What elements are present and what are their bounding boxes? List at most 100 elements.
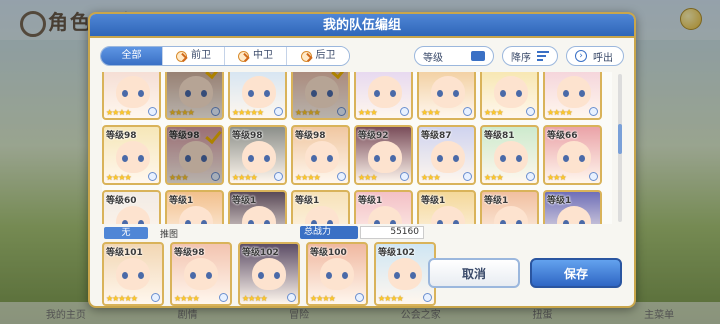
portrait-eyes (248, 220, 270, 224)
portrait-eyes (258, 272, 280, 279)
roster-card[interactable]: ★★★★ (291, 72, 350, 120)
portrait-eyes (374, 90, 396, 97)
order-desc-button[interactable]: 降序 (502, 46, 558, 66)
team-member-card[interactable]: 等级100 ★★★★ (306, 242, 368, 306)
roster-card[interactable]: ★★★★★ (228, 72, 287, 120)
roster-card[interactable]: ★★★★ (543, 72, 602, 120)
portrait-eyes (374, 155, 396, 162)
role-icon (400, 172, 409, 181)
role-icon (211, 107, 220, 116)
team-member-card[interactable]: 等级102 ★★★★ (238, 242, 300, 306)
portrait-eyes (563, 220, 585, 224)
roster-card[interactable]: ★★★★ (165, 72, 224, 120)
role-icon (355, 293, 364, 302)
card-stars: ★★★ (169, 173, 188, 182)
roster-card[interactable]: 等级98 ★★★★ (291, 125, 350, 185)
tab-middle[interactable]: 中卫 (225, 47, 287, 65)
roster-card[interactable]: 等级87 ★★★ (417, 125, 476, 185)
modal-title: 我的队伍编组 (90, 14, 634, 38)
card-level: 等级60 (106, 196, 137, 206)
role-icon (211, 172, 220, 181)
front-role-icon (176, 50, 187, 62)
roster-card[interactable]: ★★★ (417, 72, 476, 120)
role-icon (148, 172, 157, 181)
portrait-eyes (248, 155, 270, 162)
role-icon (337, 107, 346, 116)
sort-level-button[interactable]: 等级 (414, 46, 494, 66)
card-level: 等级98 (169, 131, 200, 141)
back-role-icon (300, 50, 312, 62)
portrait-eyes (437, 155, 459, 162)
team-member-card[interactable]: 等级98 ★★★★ (170, 242, 232, 306)
roster-card[interactable]: 等级1★ (165, 190, 224, 224)
role-icon (423, 293, 432, 302)
save-button[interactable]: 保存 (530, 258, 622, 288)
role-icon (589, 107, 598, 116)
portrait-eyes (122, 90, 144, 97)
role-icon (400, 107, 409, 116)
character-portrait (305, 76, 339, 108)
character-portrait (179, 76, 213, 108)
role-icon (274, 107, 283, 116)
portrait-eyes (122, 220, 144, 224)
character-portrait (179, 141, 213, 173)
roster-card[interactable]: 等级1★★ (228, 190, 287, 224)
team-info: 无 推图 总战力 55160 (102, 226, 614, 240)
card-level: 等级1 (295, 196, 320, 206)
card-level: 等级100 (310, 248, 347, 258)
card-stars: ★★★ (421, 173, 440, 182)
card-level: 等级98 (295, 131, 326, 141)
team-member-card[interactable]: 等级101 ★★★★★ (102, 242, 164, 306)
sort-lines-icon (537, 51, 549, 61)
callout-button[interactable]: › 呼出 (566, 46, 624, 66)
roster-card[interactable]: ★★★ (480, 72, 539, 120)
roster-card[interactable]: 等级1★★ (291, 190, 350, 224)
portrait-eyes (500, 220, 522, 224)
tab-front[interactable]: 前卫 (163, 47, 225, 65)
roster-card[interactable]: ★★★★ (102, 72, 161, 120)
portrait-eyes (374, 220, 396, 224)
checkmark-icon (205, 72, 219, 78)
card-level: 等级1 (232, 196, 257, 206)
card-stars: ★★★★ (547, 108, 573, 117)
tab-back[interactable]: 后卫 (287, 47, 349, 65)
portrait-eyes (185, 220, 207, 224)
roster-card[interactable]: 等级60★★★ (102, 190, 161, 224)
roster-card[interactable]: 等级98 ★★★ (165, 125, 224, 185)
role-icon (337, 172, 346, 181)
roster-card[interactable]: 等级66 ★★★ (543, 125, 602, 185)
roster-card[interactable]: 等级1★★ (543, 190, 602, 224)
tab-all[interactable]: 全部 (101, 47, 163, 65)
role-icon (287, 293, 296, 302)
roster-grid-area[interactable]: ★★★★ ★★★★ ★★★★★ ★★★★ ★★★ ★★★ ★★★ ★★★★ 等级98 ★★★★ 等级… (102, 72, 612, 224)
card-level: 等级102 (242, 248, 279, 258)
roster-card[interactable]: 等级1★★ (354, 190, 413, 224)
team-member-card[interactable]: 等级102 ★★★★ (374, 242, 436, 306)
portrait-eyes (122, 272, 144, 279)
roster-scrollbar[interactable] (618, 74, 622, 222)
roster-card[interactable]: 等级98 ★★★★ (228, 125, 287, 185)
roster-card[interactable]: 等级98 ★★★★ (102, 125, 161, 185)
card-level: 等级81 (484, 131, 515, 141)
roster-card[interactable]: 等级92 ★★★ (354, 125, 413, 185)
portrait-eyes (500, 90, 522, 97)
roster-card[interactable]: 等级81 ★★★ (480, 125, 539, 185)
portrait-eyes (185, 155, 207, 162)
roster-card[interactable]: 等级1★★ (417, 190, 476, 224)
roster-card[interactable]: 等级1★★ (480, 190, 539, 224)
role-icon (151, 293, 160, 302)
card-stars: ★★★★★ (232, 108, 264, 117)
scroll-thumb[interactable] (618, 124, 622, 154)
portrait-eyes (122, 155, 144, 162)
team-name[interactable]: 推图 (160, 227, 178, 240)
arrow-icon: › (575, 50, 587, 62)
card-level: 等级92 (358, 131, 389, 141)
portrait-eyes (326, 272, 348, 279)
portrait-eyes (185, 90, 207, 97)
roster-card[interactable]: ★★★ (354, 72, 413, 120)
card-stars: ★★★★ (174, 294, 200, 303)
portrait-eyes (248, 90, 270, 97)
cancel-button[interactable]: 取消 (428, 258, 520, 288)
position-tabs: 全部 前卫 中卫 后卫 (100, 46, 350, 66)
card-stars: ★★★ (421, 108, 440, 117)
